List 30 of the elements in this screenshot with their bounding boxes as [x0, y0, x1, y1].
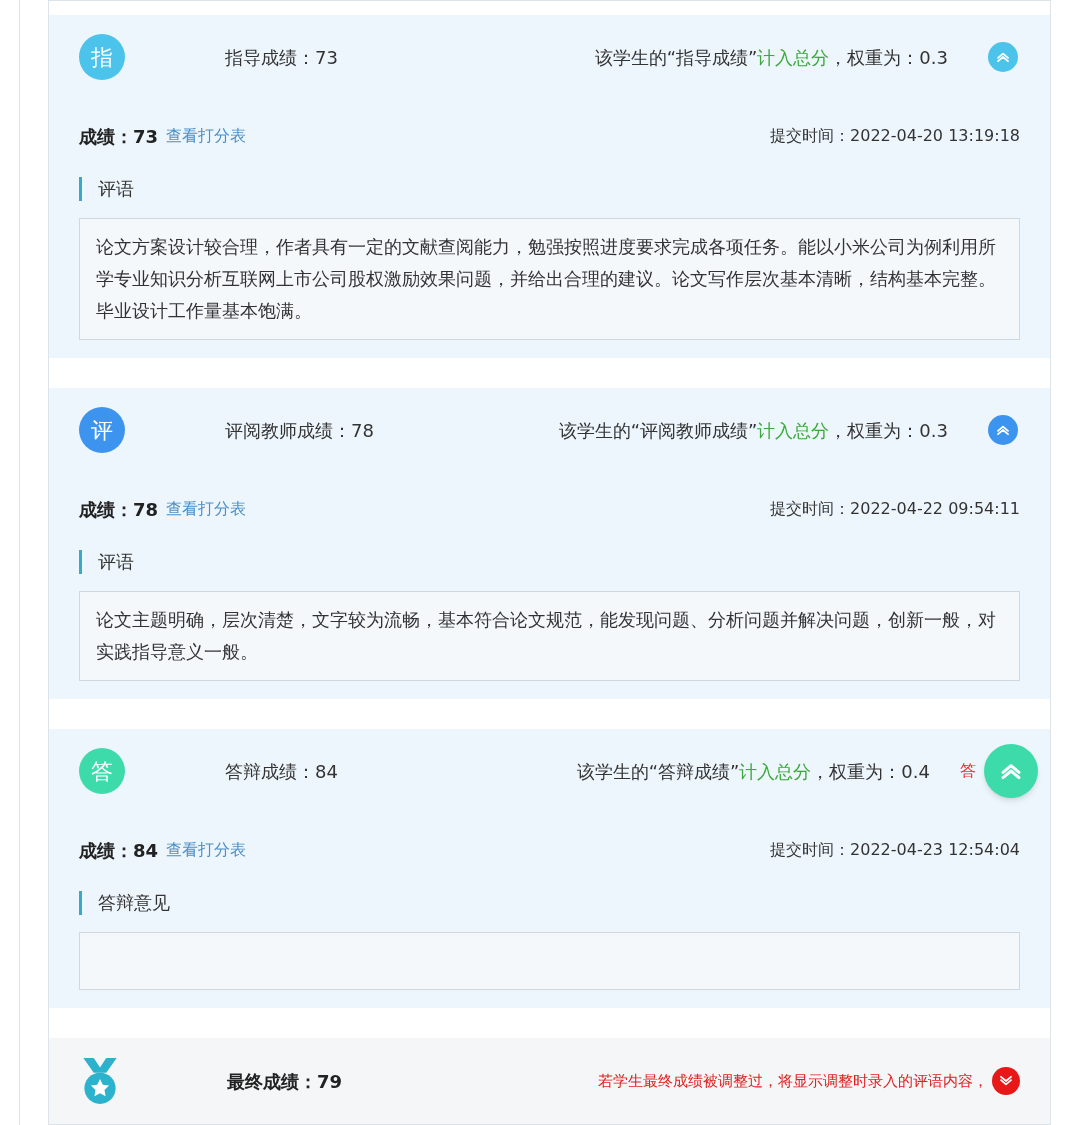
weight-text: 该学生的“答辩成绩”计入总分，权重为：0.4 — [576, 759, 930, 784]
submit-time: 提交时间：2022-04-20 13:19:18 — [770, 125, 1020, 147]
score-sheet-link[interactable]: 查看打分表 — [166, 838, 247, 862]
badge-icon: 指 — [79, 34, 125, 80]
final-score: 最终成绩：79 — [227, 1070, 343, 1092]
badge-icon: 评 — [79, 407, 125, 453]
section-title: 指导成绩：73 — [225, 46, 338, 68]
final-note: 若学生最终成绩被调整过，将显示调整时录入的评语内容， — [598, 1070, 988, 1092]
note-text: 答 — [960, 760, 976, 782]
score-text: 成绩：84 — [79, 838, 159, 863]
comment-label: 评语 — [98, 177, 134, 201]
comment-label: 答辩意见 — [98, 891, 170, 915]
weight-text: 该学生的“指导成绩”计入总分，权重为：0.3 — [594, 45, 948, 70]
score-sheet-link[interactable]: 查看打分表 — [166, 124, 247, 148]
comment-box: 论文主题明确，层次清楚，文字较为流畅，基本符合论文规范，能发现问题、分析问题并解决问题，创新一般，对实践指导意义一般。 — [79, 591, 1020, 681]
score-text: 成绩：73 — [79, 124, 159, 149]
score-text: 成绩：78 — [79, 497, 159, 522]
submit-time: 提交时间：2022-04-22 09:54:11 — [770, 498, 1020, 520]
collapse-button[interactable] — [988, 415, 1018, 445]
collapse-button[interactable] — [988, 42, 1018, 72]
expand-button[interactable] — [992, 1067, 1020, 1095]
weight-text: 该学生的“评阅教师成绩”计入总分，权重为：0.3 — [558, 418, 948, 443]
section-title: 评阅教师成绩：78 — [225, 419, 374, 441]
score-sheet-link[interactable]: 查看打分表 — [166, 497, 247, 521]
badge-icon: 答 — [79, 748, 125, 794]
collapse-button[interactable] — [984, 744, 1038, 798]
comment-box: 论文方案设计较合理，作者具有一定的文献查阅能力，勉强按照进度要求完成各项任务。能以小米公司为例利用所学专业知识分析互联网上市公司股权激励效果问题，并给出合理的建议。论文写作层次基本清晰，结构基本完整。毕业设计工作量基本饱满。 — [79, 218, 1020, 340]
comment-label: 评语 — [98, 550, 134, 574]
section-title: 答辩成绩：84 — [225, 760, 338, 782]
submit-time: 提交时间：2022-04-23 12:54:04 — [770, 839, 1020, 861]
